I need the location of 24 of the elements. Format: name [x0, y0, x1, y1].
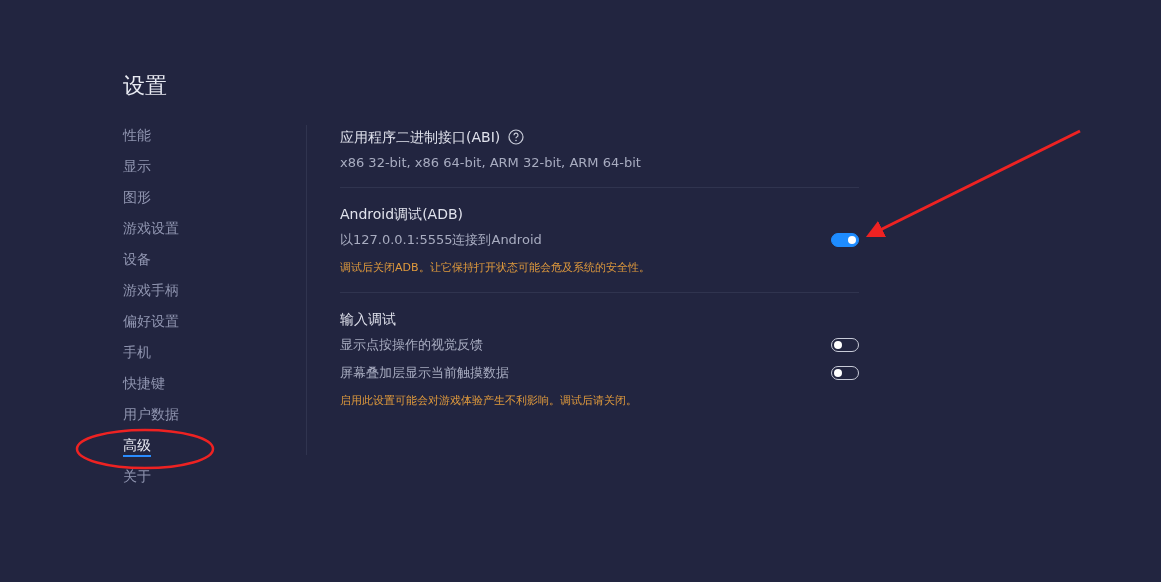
sidebar-item[interactable]: 显示	[123, 155, 151, 176]
section-title: 应用程序二进制接口(ABI)	[340, 127, 501, 147]
sidebar-item[interactable]: 手机	[123, 341, 151, 362]
sidebar-item[interactable]: 性能	[123, 124, 151, 145]
abi-value: x86 32-bit, x86 64-bit, ARM 32-bit, ARM 64-bit	[340, 154, 641, 173]
setting-label: 显示点按操作的视觉反馈	[340, 336, 483, 355]
sidebar-item[interactable]: 设备	[123, 248, 151, 269]
sidebar-item[interactable]: 偏好设置	[123, 310, 179, 331]
sidebar-item[interactable]: 关于	[123, 465, 151, 486]
sidebar-item[interactable]: 高级	[123, 434, 151, 457]
help-icon[interactable]	[508, 129, 525, 145]
sidebar-item[interactable]: 用户数据	[123, 403, 179, 424]
toggle-switch[interactable]	[831, 233, 859, 247]
sidebar-item[interactable]: 游戏设置	[123, 217, 179, 238]
sidebar-item[interactable]: 快捷键	[123, 372, 165, 393]
warning-text: 启用此设置可能会对游戏体验产生不利影响。调试后请关闭。	[340, 392, 637, 409]
section-title: 输入调试	[340, 309, 396, 329]
sidebar-item[interactable]: 图形	[123, 186, 151, 207]
setting-label: 屏幕叠加层显示当前触摸数据	[340, 364, 509, 383]
sidebar-item[interactable]: 游戏手柄	[123, 279, 179, 300]
warning-text: 调试后关闭ADB。让它保持打开状态可能会危及系统的安全性。	[340, 259, 650, 276]
page-title: 设置	[123, 72, 167, 100]
setting-label: 以127.0.0.1:5555连接到Android	[340, 231, 542, 250]
section-title: Android调试(ADB)	[340, 204, 463, 224]
